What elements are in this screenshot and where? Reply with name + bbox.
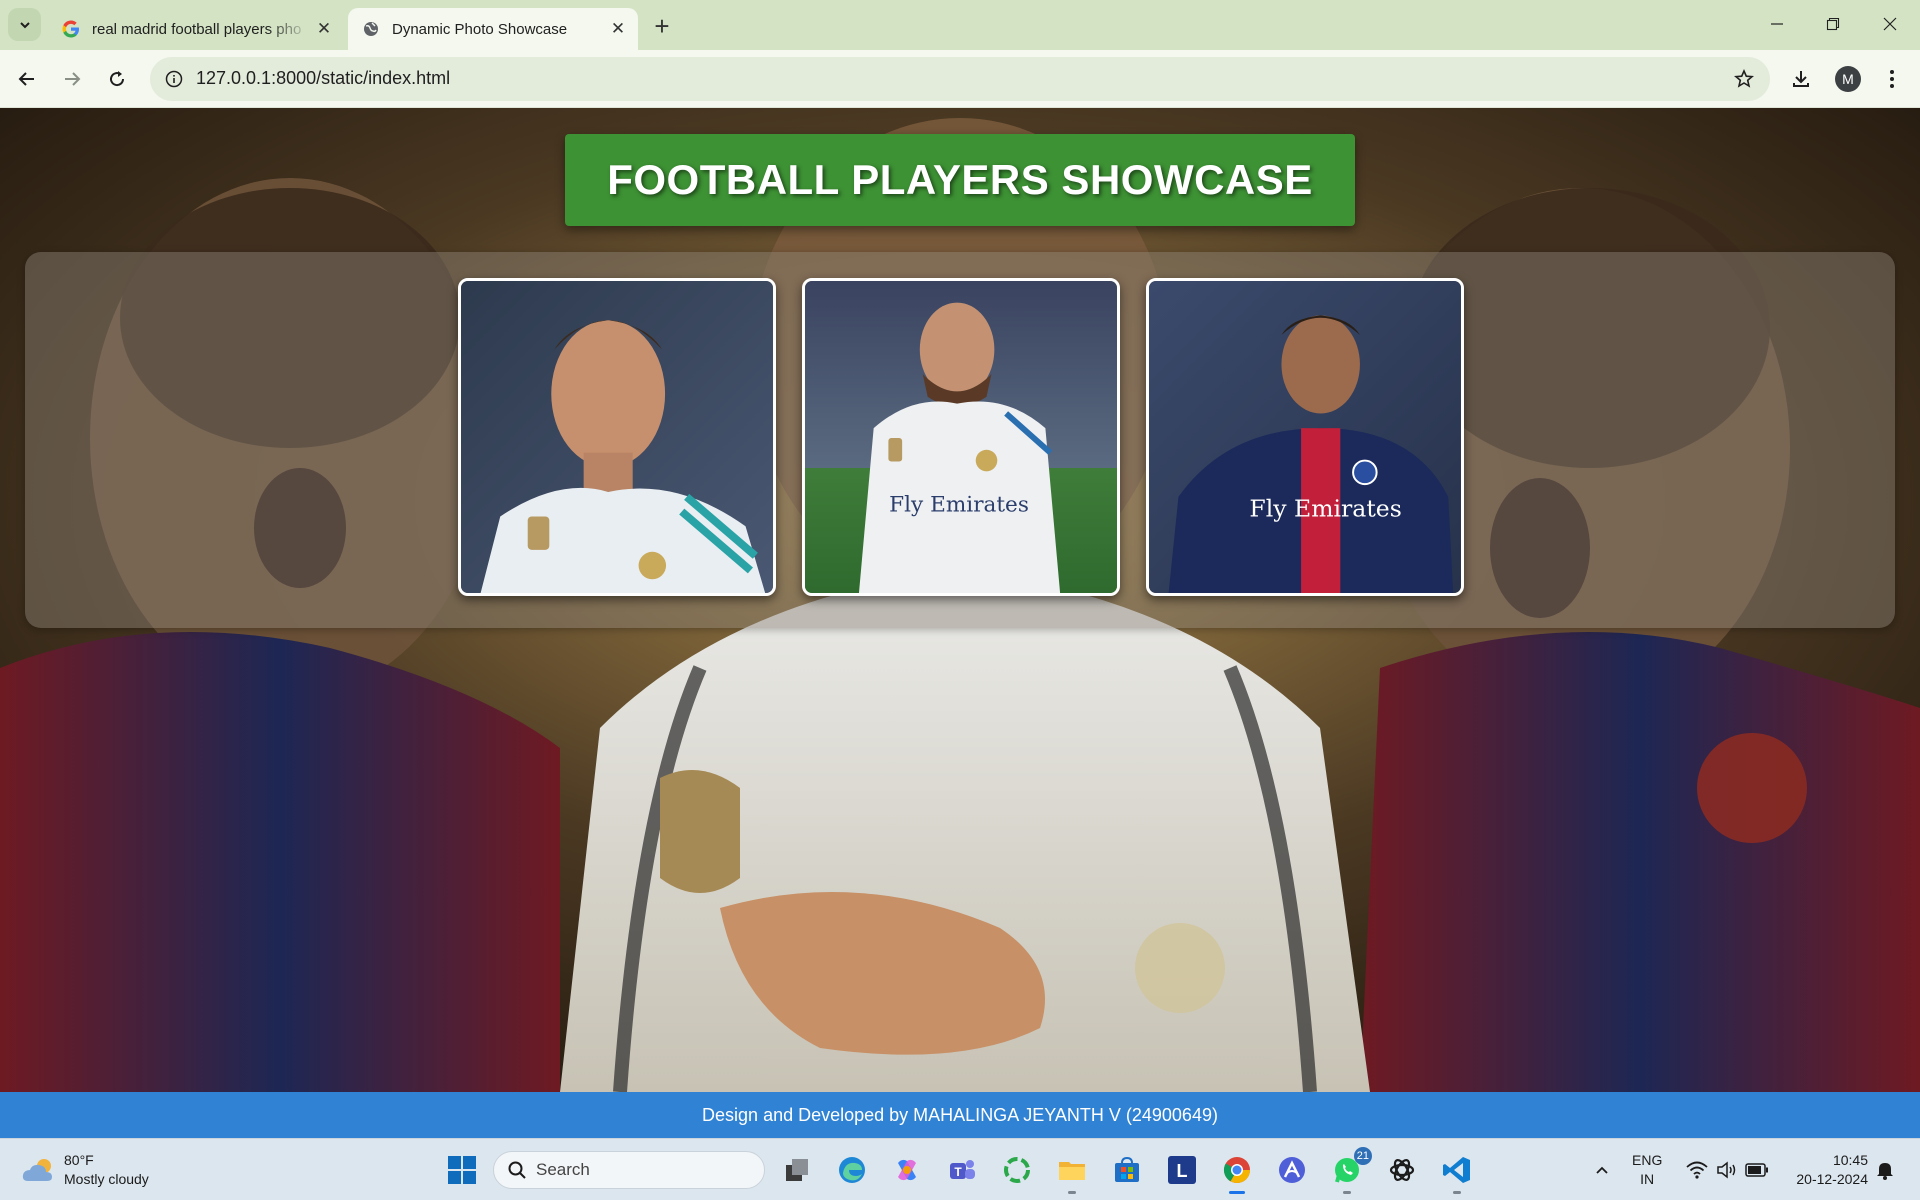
chrome-icon[interactable] — [1220, 1153, 1254, 1194]
address-bar[interactable]: 127.0.0.1:8000/static/index.html — [150, 57, 1770, 101]
player-photo-image: Fly Emirates — [1149, 281, 1461, 593]
player-photo-3[interactable]: Fly Emirates — [1146, 278, 1464, 596]
reload-icon[interactable] — [100, 62, 134, 96]
tab-dynamic-photo-showcase[interactable]: Dynamic Photo Showcase ✕ — [348, 8, 638, 50]
volume-icon[interactable] — [1710, 1153, 1744, 1187]
language-code: ENG — [1632, 1152, 1663, 1168]
teams-icon[interactable]: T — [945, 1153, 979, 1187]
jersey-sponsor-text: Fly Emirates — [1249, 494, 1401, 522]
site-info-icon[interactable] — [162, 67, 186, 91]
region-code: IN — [1640, 1171, 1655, 1187]
battery-icon[interactable] — [1740, 1153, 1774, 1187]
restore-icon[interactable] — [1811, 8, 1855, 40]
jersey-sponsor-text: Fly Emirates — [889, 493, 1029, 518]
chatgpt-icon[interactable] — [1385, 1153, 1419, 1187]
microsoft-store-icon[interactable] — [1110, 1153, 1144, 1187]
player-photo-image: Fly Emirates — [805, 281, 1117, 593]
running-indicator — [1343, 1191, 1351, 1194]
notification-badge: 21 — [1353, 1147, 1372, 1165]
copilot-icon[interactable] — [890, 1153, 924, 1187]
weather-widget[interactable]: 80°F Mostly cloudy — [22, 1151, 149, 1189]
taskbar-search[interactable]: Search — [493, 1151, 765, 1189]
clock-date: 20-12-2024 — [1796, 1171, 1868, 1187]
footer-credit-text: Design and Developed by MAHALINGA JEYANT… — [702, 1104, 1218, 1125]
running-indicator — [1229, 1191, 1245, 1194]
close-icon[interactable]: ✕ — [604, 15, 632, 43]
cloudy-weather-icon — [22, 1159, 52, 1181]
weather-description: Mostly cloudy — [64, 1171, 149, 1187]
system-clock[interactable]: 10:45 20-12-2024 — [1780, 1151, 1868, 1189]
search-placeholder: Search — [536, 1160, 590, 1179]
bookmark-star-icon[interactable] — [1732, 67, 1756, 91]
tab-title: real madrid football players pho — [92, 20, 302, 38]
page-header: FOOTBALL PLAYERS SHOWCASE — [565, 134, 1355, 226]
site-footer: Design and Developed by MAHALINGA JEYANT… — [0, 1092, 1920, 1138]
close-window-icon[interactable] — [1868, 8, 1912, 40]
notification-bell-icon[interactable] — [1868, 1153, 1902, 1187]
windows-start-icon[interactable] — [445, 1153, 479, 1187]
sync-app-icon[interactable] — [1000, 1153, 1034, 1187]
wifi-icon[interactable] — [1680, 1153, 1714, 1187]
forward-arrow-icon[interactable] — [55, 62, 89, 96]
minimize-icon[interactable] — [1755, 8, 1799, 40]
weather-temperature: 80°F — [64, 1152, 94, 1168]
browser-tab-bar: real madrid football players pho ✕ Dynam… — [0, 0, 1920, 50]
tab-google-search[interactable]: real madrid football players pho ✕ — [46, 8, 344, 50]
search-icon — [508, 1161, 526, 1179]
running-indicator — [1068, 1191, 1076, 1194]
tab-search-button[interactable] — [8, 8, 41, 41]
l-app-icon[interactable]: L — [1165, 1153, 1199, 1187]
page-title: FOOTBALL PLAYERS SHOWCASE — [607, 156, 1313, 203]
more-menu-icon[interactable] — [1875, 62, 1909, 96]
player-photo-1[interactable] — [458, 278, 776, 596]
download-icon[interactable] — [1784, 62, 1818, 96]
player-photo-2[interactable]: Fly Emirates — [802, 278, 1120, 596]
globe-icon — [362, 20, 380, 38]
input-language[interactable]: ENG IN — [1632, 1151, 1662, 1189]
arc-app-icon[interactable] — [1275, 1153, 1309, 1187]
chevron-down-icon — [19, 21, 30, 28]
edge-browser-icon[interactable] — [835, 1153, 869, 1187]
back-arrow-icon[interactable] — [10, 62, 44, 96]
task-view-icon[interactable] — [780, 1153, 814, 1187]
whatsapp-icon[interactable]: 21 — [1330, 1147, 1372, 1194]
url-text[interactable]: 127.0.0.1:8000/static/index.html — [196, 68, 450, 89]
svg-text:T: T — [954, 1165, 962, 1179]
browser-toolbar: 127.0.0.1:8000/static/index.html — [0, 50, 1920, 108]
svg-text:L: L — [1177, 1161, 1188, 1181]
google-icon — [62, 20, 80, 38]
tab-title: Dynamic Photo Showcase — [392, 20, 568, 38]
vscode-icon[interactable] — [1440, 1153, 1474, 1194]
close-icon[interactable]: ✕ — [310, 15, 338, 43]
file-explorer-icon[interactable] — [1055, 1153, 1089, 1194]
player-photo-image — [461, 281, 773, 593]
new-tab-plus-icon[interactable]: + — [648, 11, 676, 41]
clock-time: 10:45 — [1832, 1152, 1868, 1168]
chevron-up-icon[interactable] — [1585, 1153, 1619, 1187]
profile-avatar[interactable]: M — [1835, 66, 1861, 92]
photo-gallery: Fly Emirates Fly Emirates — [25, 252, 1895, 628]
running-indicator — [1453, 1191, 1461, 1194]
page-viewport: FOOTBALL PLAYERS SHOWCASE Fly Emirates F… — [0, 108, 1920, 1092]
windows-taskbar: 80°F Mostly cloudy Search T L 21 ENG IN … — [0, 1138, 1920, 1200]
